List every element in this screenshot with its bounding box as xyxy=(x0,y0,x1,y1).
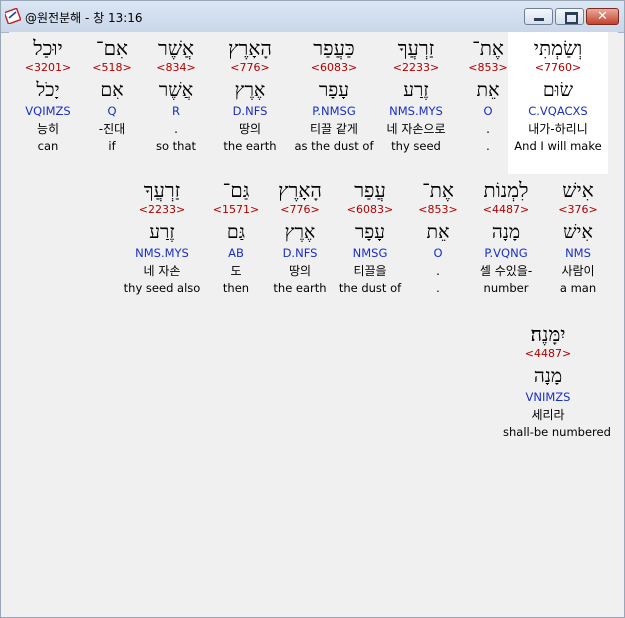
hebrew-lemma: זֶרַע xyxy=(403,79,429,101)
title-bar[interactable]: @원전분해 - 창 13:16 ✕ xyxy=(1,1,624,33)
english-gloss: as the dust of xyxy=(294,139,374,153)
hebrew-word: יוּכַל xyxy=(33,36,63,60)
morphology-code: NMS.MYS xyxy=(389,104,443,118)
minimize-button[interactable] xyxy=(524,8,553,25)
maximize-icon xyxy=(565,12,578,24)
word-cell[interactable]: יוּכַל <3201> יָכֹל VQIMZS 능히 can xyxy=(3,32,93,155)
close-icon: ✕ xyxy=(597,9,608,24)
strong-number: <4487> xyxy=(524,347,572,360)
interlinear-view[interactable]: וְשַׂמְתִּי <7760> שׂוּם C.VQACXS 내가-하리니 And … xyxy=(9,32,618,611)
morphology-code: VNIMZS xyxy=(525,390,571,404)
morphology-code: VQIMZS xyxy=(25,104,71,118)
hebrew-word: יִמָּנֶה׃ xyxy=(530,322,566,346)
hebrew-word: כַּעֲפַר xyxy=(313,36,355,60)
korean-gloss: 세리라 xyxy=(531,408,565,422)
english-gloss: shall-be numbered xyxy=(503,425,611,439)
morphology-code: NMS.MYS xyxy=(135,246,189,260)
close-button[interactable]: ✕ xyxy=(586,8,619,25)
window-title: @원전분해 - 창 13:16 xyxy=(25,11,143,25)
hebrew-lemma: מָנָה xyxy=(533,365,563,387)
morphology-code: P.NMSG xyxy=(312,104,356,118)
word-cell[interactable]: זַרְעֲךָ <2233> זֶרַע NMS.MYS 네 자손으로 thy seed xyxy=(371,32,461,155)
english-gloss: thy seed xyxy=(391,139,441,153)
strong-number: <6083> xyxy=(310,61,358,74)
word-cell[interactable]: זַרְעֲךָ <2233> זֶרַע NMS.MYS 네 자손 thy seed a… xyxy=(117,174,207,297)
korean-gloss: 능히 xyxy=(36,122,60,136)
maximize-button[interactable] xyxy=(555,8,584,25)
korean-gloss: 티끌 같게 xyxy=(310,122,358,136)
app-window: @원전분해 - 창 13:16 ✕ וְשַׂמְתִּי <7760> שׂוּם… xyxy=(0,0,625,618)
app-logo-icon xyxy=(5,8,21,24)
strong-number: <2233> xyxy=(392,61,440,74)
hebrew-lemma: יָכֹל xyxy=(36,79,60,101)
word-cell[interactable]: כַּעֲפַר <6083> עָפָר P.NMSG 티끌 같게 as the dus… xyxy=(289,32,379,155)
hebrew-word: זַרְעֲךָ xyxy=(143,178,181,202)
minimize-icon xyxy=(534,18,544,21)
word-cell[interactable]: יִמָּנֶה׃ <4487> מָנָה VNIMZS 세리라 shall-be nu… xyxy=(503,318,611,441)
english-gloss: thy seed also xyxy=(123,281,201,295)
english-gloss: can xyxy=(37,139,59,153)
korean-gloss: 네 자손으로 xyxy=(386,122,446,136)
hebrew-lemma: עָפָר xyxy=(318,79,350,101)
strong-number: <3201> xyxy=(24,61,72,74)
strong-number: <2233> xyxy=(138,203,186,216)
korean-gloss: 네 자손 xyxy=(143,264,181,278)
hebrew-word: זַרְעֲךָ xyxy=(397,36,435,60)
hebrew-lemma: זֶרַע xyxy=(149,221,175,243)
